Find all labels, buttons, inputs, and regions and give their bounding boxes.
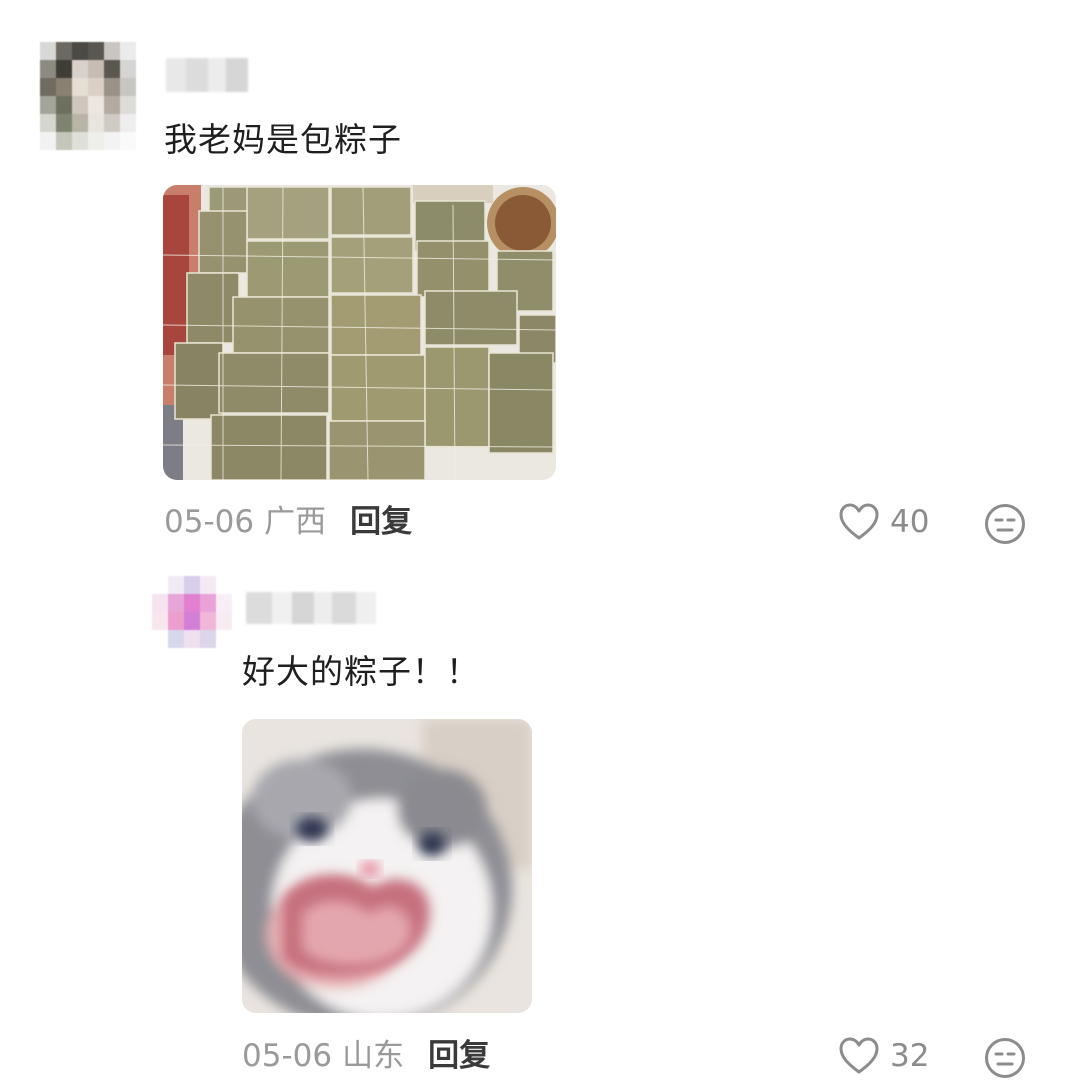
comment-text: 我老妈是包粽子: [164, 120, 402, 159]
neutral-face-icon: [985, 1038, 1025, 1078]
heart-icon: [839, 503, 879, 540]
comment-image[interactable]: [242, 719, 532, 1013]
comment-location: 山东: [342, 1038, 405, 1074]
reply-button[interactable]: 回复: [350, 502, 412, 542]
comment-text: 好大的粽子！！: [242, 652, 480, 691]
cat-meme-photo-icon: [242, 719, 532, 1013]
like-button[interactable]: 32: [838, 1036, 929, 1076]
dislike-button[interactable]: [984, 1037, 1026, 1083]
comment-date: 05-06: [242, 1038, 333, 1074]
reply-button[interactable]: 回复: [428, 1036, 490, 1076]
heart-icon: [839, 1037, 879, 1074]
comment-date: 05-06: [164, 504, 255, 540]
neutral-face-icon: [985, 504, 1025, 544]
avatar[interactable]: [40, 42, 136, 150]
username-blurred[interactable]: [166, 58, 248, 92]
like-count: 40: [890, 504, 930, 540]
comment-item: 我老妈是包粽子 05-06 广西 回复 40: [0, 0, 1080, 560]
comment-meta: 05-06 山东 回复: [242, 1036, 490, 1076]
like-button[interactable]: 40: [838, 502, 929, 542]
comment-location: 广西: [264, 504, 327, 540]
comment-image[interactable]: [163, 185, 556, 480]
dislike-button[interactable]: [984, 503, 1026, 549]
reply-comment-item: 好大的粽子！！ 05-06 山东 回复 32: [0, 560, 1080, 1090]
zongzi-photo-icon: [163, 185, 556, 480]
username-blurred[interactable]: [246, 592, 376, 624]
avatar[interactable]: [152, 576, 232, 648]
like-count: 32: [890, 1038, 930, 1074]
comment-meta: 05-06 广西 回复: [164, 502, 412, 542]
